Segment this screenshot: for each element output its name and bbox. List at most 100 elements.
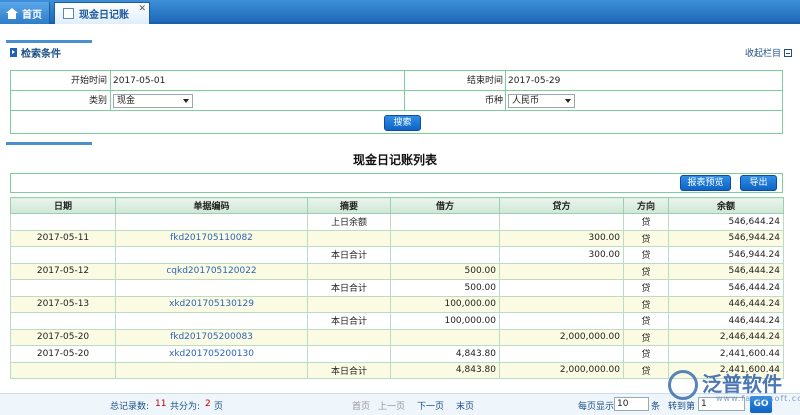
cell-summary: 本日合计 bbox=[307, 361, 391, 379]
cash-journal-table: 日期 单据编码 摘要 借方 贷方 方向 余额 上日余额贷 546,644.24 20… bbox=[10, 197, 784, 379]
cell-summary bbox=[307, 328, 391, 346]
cell-doc-code[interactable] bbox=[115, 213, 308, 231]
cell-doc-code[interactable] bbox=[115, 246, 308, 264]
end-date-field[interactable]: 2017-05-29 bbox=[508, 71, 560, 91]
search-row-filters: 类别 现金 币种 人民币 bbox=[11, 91, 782, 111]
category-select[interactable]: 现金 bbox=[113, 94, 193, 108]
currency-label: 币种 bbox=[484, 96, 503, 106]
cell-debit: 4,843.80 bbox=[390, 345, 500, 363]
cell-credit bbox=[499, 213, 624, 231]
cell-doc-code[interactable]: cqkd201705120022 bbox=[115, 262, 308, 280]
table-row[interactable]: 2017-05-13 xkd201705130129 100,000.00 贷 446,… bbox=[10, 295, 784, 313]
cell-doc-code[interactable]: xkd201705200130 bbox=[115, 345, 308, 363]
search-section-title: 检索条件 bbox=[10, 45, 61, 60]
cell-credit: 2,000,000.00 bbox=[499, 361, 624, 379]
cell-summary bbox=[307, 295, 391, 313]
cell-balance: 546,444.24 bbox=[668, 262, 784, 280]
cell-summary: 本日合计 bbox=[307, 279, 391, 297]
tab-home-label: 首页 bbox=[22, 9, 42, 21]
report-toolbar: 报表预览 导出 bbox=[10, 173, 783, 193]
tab-home[interactable]: 首页 bbox=[0, 2, 50, 24]
prev-page-link[interactable]: 上一页 bbox=[378, 399, 405, 412]
cell-credit bbox=[499, 295, 624, 313]
table-row[interactable]: 2017-05-12 cqkd201705120022 500.00 贷 546,444… bbox=[10, 262, 784, 280]
cell-debit: 100,000.00 bbox=[390, 295, 500, 313]
column-header-date[interactable]: 日期 bbox=[10, 197, 116, 214]
cell-doc-code[interactable] bbox=[115, 361, 308, 379]
brand-site: www.fanpusoft.com bbox=[716, 394, 800, 403]
total-pages-count: 2 bbox=[205, 399, 211, 409]
chevron-down-icon bbox=[183, 99, 189, 103]
column-header-summary[interactable]: 摘要 bbox=[307, 197, 391, 214]
category-label: 类别 bbox=[88, 96, 107, 106]
search-row-dates: 开始时间 2017-05-01 结束时间 2017-05-29 bbox=[11, 71, 782, 91]
cell-summary: 上日余额 bbox=[307, 213, 391, 231]
cell-direction: 贷 bbox=[623, 295, 669, 313]
cell-summary bbox=[307, 345, 391, 363]
search-form: 开始时间 2017-05-01 结束时间 2017-05-29 类别 现金 币种… bbox=[10, 70, 783, 134]
brand-watermark: 泛普软件 www.fanpusoft.com bbox=[668, 366, 800, 404]
table-row[interactable]: 本日合计 500.00 贷 546,444.24 bbox=[10, 279, 784, 297]
cell-direction: 贷 bbox=[623, 246, 669, 264]
currency-select[interactable]: 人民币 bbox=[508, 94, 575, 108]
table-row[interactable]: 2017-05-20 xkd201705200130 4,843.80 贷 2,441,… bbox=[10, 345, 784, 363]
cell-date: 2017-05-11 bbox=[10, 229, 116, 247]
table-header-row: 日期 单据编码 摘要 借方 贷方 方向 余额 bbox=[10, 197, 784, 214]
cell-debit bbox=[390, 229, 500, 247]
export-button[interactable]: 导出 bbox=[740, 175, 777, 191]
cell-debit bbox=[390, 246, 500, 264]
cell-summary: 本日合计 bbox=[307, 246, 391, 264]
cell-debit: 500.00 bbox=[390, 279, 500, 297]
first-page-link[interactable]: 首页 bbox=[352, 399, 370, 412]
cell-direction: 贷 bbox=[623, 328, 669, 346]
column-header-direction[interactable]: 方向 bbox=[623, 197, 669, 214]
cell-doc-code[interactable] bbox=[115, 279, 308, 297]
cell-balance: 546,644.24 bbox=[668, 213, 784, 231]
cell-doc-code[interactable]: fkd201705110082 bbox=[115, 229, 308, 247]
table-row[interactable]: 本日合计 100,000.00 贷 446,444.24 bbox=[10, 312, 784, 330]
total-pages-label: 共分为: bbox=[170, 402, 201, 412]
cell-balance: 446,444.24 bbox=[668, 312, 784, 330]
cell-credit bbox=[499, 312, 624, 330]
cell-doc-code[interactable] bbox=[115, 312, 308, 330]
brand-logo-icon bbox=[668, 370, 698, 400]
tab-bar: 首页 现金日记账 ✕ bbox=[0, 0, 800, 24]
cell-direction: 贷 bbox=[623, 213, 669, 231]
cell-debit: 500.00 bbox=[390, 262, 500, 280]
end-date-label: 结束时间 bbox=[466, 76, 503, 86]
search-button[interactable]: 搜索 bbox=[384, 115, 421, 131]
collapse-section-link[interactable]: 收起栏目 bbox=[745, 46, 792, 59]
cell-doc-code[interactable]: xkd201705130129 bbox=[115, 295, 308, 313]
cell-direction: 贷 bbox=[623, 279, 669, 297]
document-icon bbox=[63, 8, 74, 19]
start-date-field[interactable]: 2017-05-01 bbox=[113, 71, 165, 91]
cell-debit: 100,000.00 bbox=[390, 312, 500, 330]
tab-cash-journal[interactable]: 现金日记账 ✕ bbox=[54, 2, 150, 24]
column-header-doc-code[interactable]: 单据编码 bbox=[115, 197, 308, 214]
collapse-icon bbox=[784, 48, 792, 57]
column-header-debit[interactable]: 借方 bbox=[390, 197, 500, 214]
column-header-balance[interactable]: 余额 bbox=[668, 197, 784, 214]
cell-direction: 贷 bbox=[623, 312, 669, 330]
next-page-link[interactable]: 下一页 bbox=[417, 399, 444, 412]
table-row[interactable]: 上日余额 贷 546,644.24 bbox=[10, 213, 784, 231]
section-arrow-icon bbox=[10, 48, 17, 57]
table-row[interactable]: 2017-05-20 fkd201705200083 2,000,000.00 贷 2,… bbox=[10, 328, 784, 346]
cell-date: 2017-05-20 bbox=[10, 328, 116, 346]
close-icon[interactable]: ✕ bbox=[138, 4, 146, 14]
cell-balance: 446,444.24 bbox=[668, 295, 784, 313]
per-page-unit: 条 bbox=[651, 402, 661, 412]
cell-balance: 2,446,444.24 bbox=[668, 328, 784, 346]
cell-debit bbox=[390, 328, 500, 346]
column-header-credit[interactable]: 贷方 bbox=[499, 197, 624, 214]
cell-date: 2017-05-12 bbox=[10, 262, 116, 280]
last-page-link[interactable]: 末页 bbox=[456, 399, 474, 412]
table-row[interactable]: 2017-05-11 fkd201705110082 300.00 贷 546,944.… bbox=[10, 229, 784, 247]
report-preview-button[interactable]: 报表预览 bbox=[680, 175, 731, 191]
table-row[interactable]: 本日合计 300.00 贷 546,944.24 bbox=[10, 246, 784, 264]
per-page-input[interactable]: 10 bbox=[614, 397, 649, 411]
cell-date bbox=[10, 213, 116, 231]
cell-summary: 本日合计 bbox=[307, 312, 391, 330]
cell-doc-code[interactable]: fkd201705200083 bbox=[115, 328, 308, 346]
cell-credit bbox=[499, 262, 624, 280]
